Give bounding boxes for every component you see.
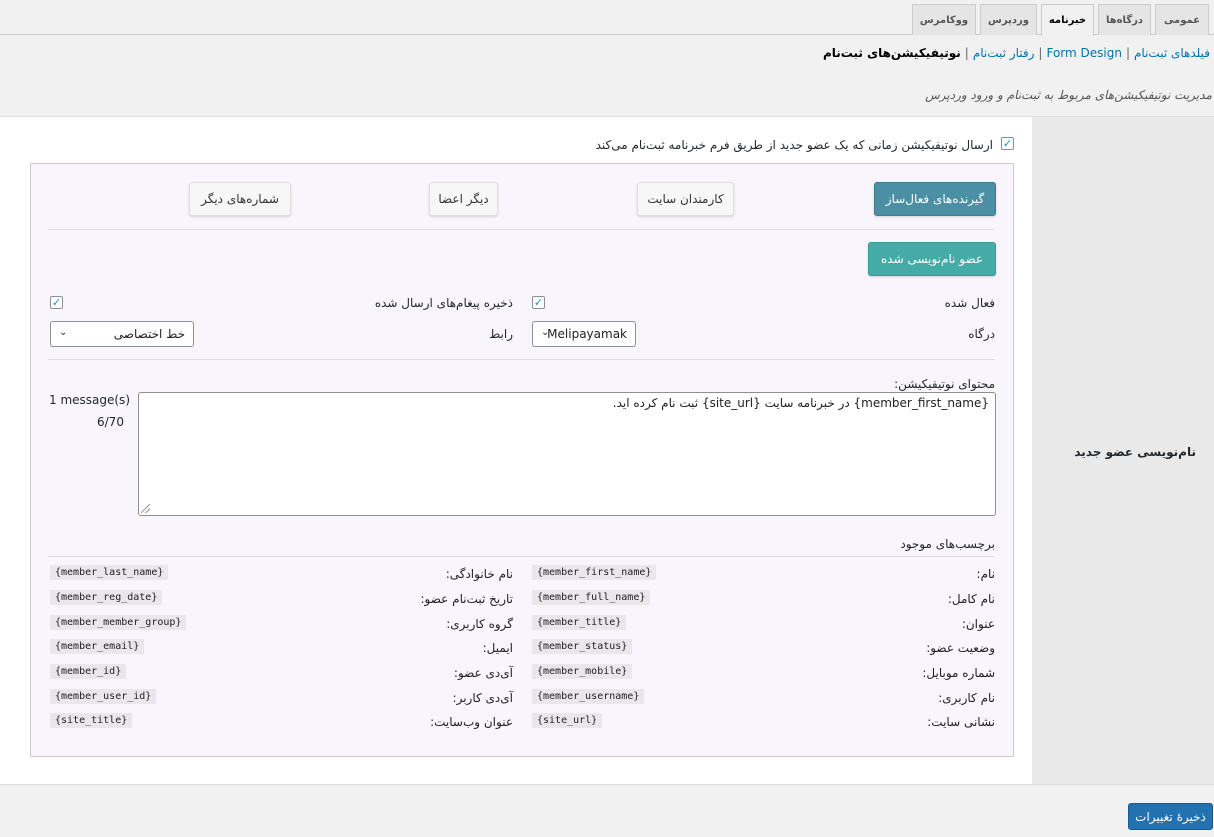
tag-label: ایمیل: (482, 641, 513, 655)
subnav-current-notifications: نوتیفیکیشن‌های ثبت‌نام (823, 46, 961, 60)
tag-code: {member_member_group} (50, 615, 187, 630)
available-tags-heading: برچسب‌های موجود (900, 537, 995, 551)
site-staff-button[interactable]: کارمندان سایت (637, 182, 734, 216)
other-numbers-button[interactable]: شماره‌های دیگر (189, 182, 291, 216)
tab-general[interactable]: عمومی (1155, 4, 1209, 35)
settings-tabs: عمومی درگاه‌ها خبرنامه وردپرس ووکامرس (0, 0, 1214, 36)
char-count: 6/70 (97, 415, 124, 429)
tag-code: {member_status} (532, 639, 633, 654)
tag-label: نام کامل: (947, 592, 995, 606)
tab-wordpress[interactable]: وردپرس (980, 4, 1037, 35)
tag-label: نشانی سایت: (927, 715, 995, 729)
resize-handle[interactable] (141, 504, 150, 513)
subnav-separator: | (1125, 46, 1130, 60)
tag-label: عنوان: (961, 617, 995, 631)
tag-code: {member_email} (50, 639, 145, 654)
tag-label: نام: (976, 567, 995, 581)
active-recipients-button[interactable]: گیرنده‌های فعال‌ساز (874, 182, 996, 216)
message-text: {member_first_name} در خبرنامه سایت {sit… (612, 396, 989, 410)
message-count: 1 message(s) (49, 393, 130, 407)
gateway-select-value: Melipayamak (547, 327, 627, 341)
divider (0, 784, 1214, 785)
page-description: مدیریت نوتیفیکیشن‌های مربوط به ثبت‌نام و… (925, 88, 1212, 102)
enable-notification-checkbox[interactable]: ✓ (1001, 137, 1014, 150)
tag-label: عنوان وب‌سایت: (430, 715, 513, 729)
notification-content-textarea[interactable]: {member_first_name} در خبرنامه سایت {sit… (138, 392, 996, 516)
chevron-down-icon: ⌄ (59, 327, 68, 338)
subnav-separator: | (964, 46, 969, 60)
tag-code: {member_username} (532, 689, 645, 704)
tag-label: تاریخ ثبت‌نام عضو: (420, 592, 513, 606)
other-members-button[interactable]: دیگر اعضا (429, 182, 498, 216)
tag-code: {member_mobile} (532, 664, 633, 679)
enable-notification-label: ارسال نوتیفیکیشن زمانی که یک عضو جدید از… (595, 138, 993, 152)
tag-label: شماره موبایل: (922, 666, 995, 680)
divider (48, 229, 995, 230)
gateway-label: درگاه (968, 327, 995, 341)
active-checkbox[interactable]: ✓ (532, 296, 545, 309)
tag-code: {site_title} (50, 713, 133, 728)
subnav-separator: | (1038, 46, 1043, 60)
divider (48, 359, 995, 360)
tag-label: نام کاربری: (938, 691, 995, 705)
chevron-down-icon: ⌄ (541, 327, 550, 338)
tag-code: {member_id} (50, 664, 127, 679)
tag-label: نام خانوادگی: (445, 567, 513, 581)
divider (48, 556, 995, 557)
tab-woocommerce[interactable]: ووکامرس (912, 4, 976, 35)
sub-navigation: فیلدهای ثبت‌نام|Form Design|رفتار ثبت‌نا… (823, 46, 1210, 60)
active-label: فعال شده (944, 296, 995, 310)
line-select[interactable]: خط اختصاصی ⌄ (50, 321, 194, 347)
subnav-form-design[interactable]: Form Design (1046, 46, 1121, 60)
tag-code: {site_url} (532, 713, 603, 728)
tab-gateways[interactable]: درگاه‌ها (1098, 4, 1151, 35)
subnav-registration-fields[interactable]: فیلدهای ثبت‌نام (1134, 46, 1210, 60)
tag-label: آی‌دی کاربر: (452, 691, 513, 705)
notification-panel: گیرنده‌های فعال‌ساز کارمندان سایت دیگر ا… (30, 163, 1014, 757)
tag-code: {member_full_name} (532, 590, 651, 605)
save-messages-checkbox[interactable]: ✓ (50, 296, 63, 309)
tag-code: {member_reg_date} (50, 590, 163, 605)
tag-code: {member_user_id} (50, 689, 157, 704)
subnav-registration-behavior[interactable]: رفتار ثبت‌نام (973, 46, 1035, 60)
tag-code: {member_title} (532, 615, 627, 630)
tag-label: آی‌دی عضو: (453, 666, 513, 680)
save-changes-button[interactable]: ذخیرهٔ تغییرات (1128, 803, 1213, 830)
line-select-value: خط اختصاصی (113, 327, 185, 341)
tag-code: {member_first_name} (532, 565, 657, 580)
tag-label: وضعیت عضو: (926, 641, 995, 655)
tag-label: گروه کاربری: (446, 617, 513, 631)
save-messages-label: ذخیره پیغام‌های ارسال شده (374, 296, 513, 310)
tab-newsletter[interactable]: خبرنامه (1041, 4, 1094, 36)
row-label: نام‌نویسی عضو جدید (1074, 445, 1196, 459)
row-header-cell: نام‌نویسی عضو جدید (1032, 117, 1214, 784)
content-label: محتوای نوتیفیکیشن: (894, 377, 995, 391)
registered-member-button[interactable]: عضو نام‌نویسی شده (868, 242, 996, 276)
tag-code: {member_last_name} (50, 565, 169, 580)
gateway-select[interactable]: Melipayamak ⌄ (532, 321, 636, 347)
line-label: رابط (489, 327, 513, 341)
